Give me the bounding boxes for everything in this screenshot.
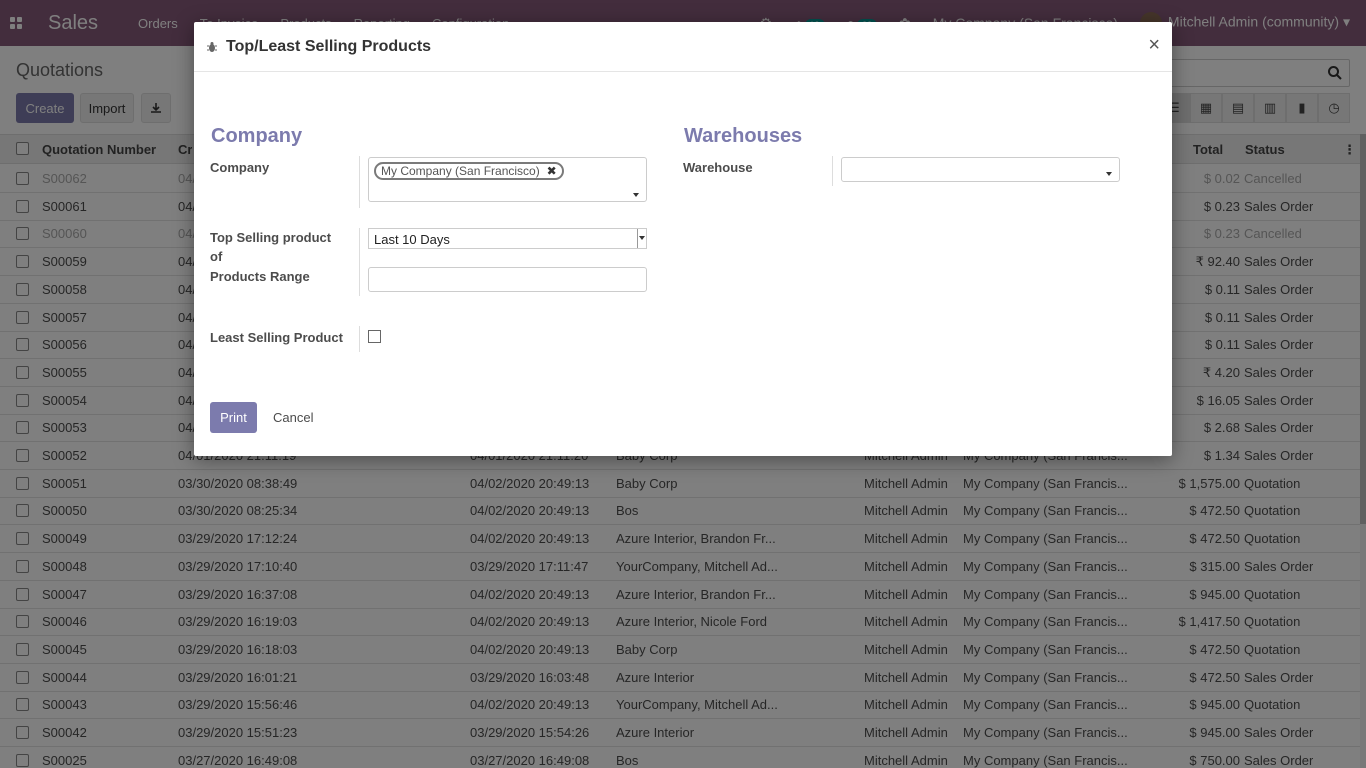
warehouse-label: Warehouse [683, 160, 753, 175]
top-selling-label: Top Selling product of [210, 228, 331, 266]
top-selling-label-line2: of [210, 249, 223, 264]
least-selling-separator [359, 326, 360, 352]
top-selling-separator [359, 228, 360, 296]
company-label: Company [210, 160, 270, 175]
least-selling-label: Least Selling Product [210, 330, 343, 345]
top-selling-value: Last 10 Days [374, 232, 450, 247]
warehouse-separator [832, 156, 833, 186]
chevron-down-icon [639, 236, 645, 240]
bug-icon [207, 41, 217, 52]
products-range-label: Products Range [210, 269, 310, 284]
company-many2many-field[interactable]: My Company (San Francisco) ✖ [368, 157, 647, 202]
company-tag: My Company (San Francisco) ✖ [374, 162, 564, 180]
top-selling-label-line1: Top Selling product [210, 230, 332, 245]
print-button[interactable]: Print [210, 402, 257, 433]
dialog-header: Top/Least Selling Products × [194, 22, 1172, 72]
company-tag-label: My Company (San Francisco) [381, 164, 540, 178]
select-arrow-button[interactable] [637, 229, 646, 248]
chevron-down-icon[interactable] [633, 193, 639, 197]
company-separator [359, 156, 360, 208]
products-range-input[interactable] [368, 267, 647, 292]
cancel-button[interactable]: Cancel [273, 410, 313, 425]
warehouse-select[interactable] [841, 157, 1120, 182]
company-section-title: Company [211, 125, 303, 147]
dialog-title: Top/Least Selling Products [226, 37, 432, 55]
chevron-down-icon[interactable] [1106, 172, 1112, 176]
least-selling-checkbox[interactable] [368, 330, 381, 343]
top-selling-select[interactable]: Last 10 Days [368, 228, 647, 249]
warehouses-section-title: Warehouses [684, 125, 803, 147]
close-icon[interactable]: × [1148, 34, 1160, 57]
remove-tag-icon[interactable]: ✖ [547, 164, 557, 178]
report-dialog: Top/Least Selling Products × Company Com… [194, 22, 1172, 456]
